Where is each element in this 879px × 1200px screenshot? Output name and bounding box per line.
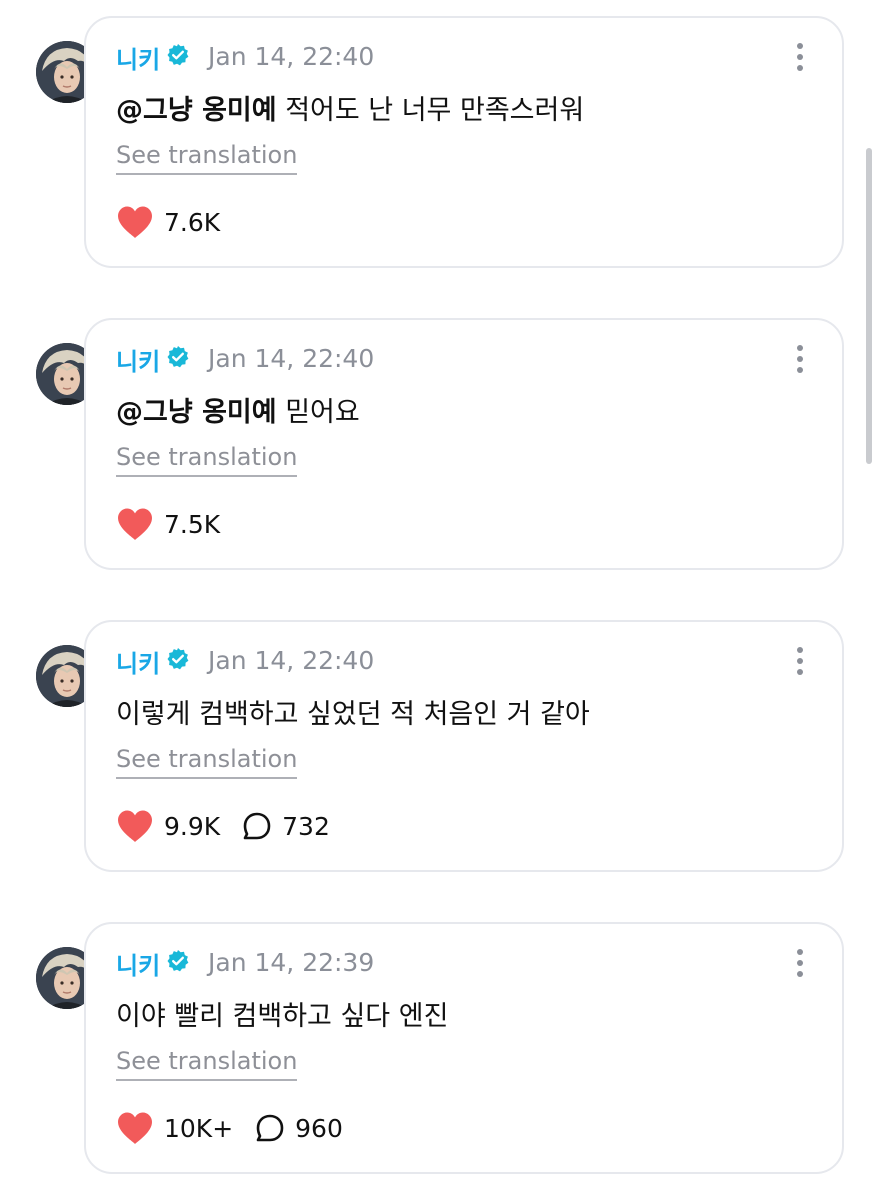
- more-vertical-icon[interactable]: [796, 646, 804, 676]
- post-text: @그냥 옹미예 적어도 난 너무 만족스러워: [116, 88, 584, 127]
- username[interactable]: 니키: [116, 342, 160, 377]
- post-card[interactable]: 니키 Jan 14, 22:40 이렇게 컴백하고 싶었던 적 처음인 거 같아…: [84, 620, 844, 872]
- heart-icon[interactable]: [116, 1111, 154, 1145]
- post-timestamp: Jan 14, 22:39: [208, 948, 375, 977]
- more-vertical-icon[interactable]: [796, 344, 804, 374]
- verified-badge-icon: [167, 44, 189, 66]
- heart-icon[interactable]: [116, 507, 154, 541]
- post-timestamp: Jan 14, 22:40: [208, 42, 375, 71]
- like-count: 9.9K: [164, 811, 221, 841]
- post-timestamp: Jan 14, 22:40: [208, 344, 375, 373]
- username[interactable]: 니키: [116, 946, 160, 981]
- comment-count: 732: [282, 811, 330, 841]
- like-count: 10K+: [164, 1113, 234, 1143]
- heart-icon[interactable]: [116, 205, 154, 239]
- post-stats: 10K+ 960: [116, 1110, 365, 1146]
- post-card[interactable]: 니키 Jan 14, 22:40 @그냥 옹미예 믿어요 See transla…: [84, 318, 844, 570]
- like-count: 7.6K: [164, 207, 221, 237]
- post-body: 적어도 난 너무 만족스러워: [276, 95, 585, 126]
- mention-link[interactable]: @그냥 옹미예: [116, 397, 277, 428]
- username[interactable]: 니키: [116, 40, 160, 75]
- see-translation-link[interactable]: See translation: [116, 442, 298, 477]
- comment-bubble-icon[interactable]: [242, 811, 272, 841]
- post-text: 이야 빨리 컴백하고 싶다 엔진: [116, 994, 448, 1033]
- heart-icon[interactable]: [116, 809, 154, 843]
- more-vertical-icon[interactable]: [796, 948, 804, 978]
- comment-count: 960: [295, 1113, 343, 1143]
- post-stats: 9.9K 732: [116, 808, 352, 844]
- post-text: @그냥 옹미예 믿어요: [116, 390, 360, 429]
- verified-badge-icon: [167, 950, 189, 972]
- post-body: 이렇게 컴백하고 싶었던 적 처음인 거 같아: [116, 699, 590, 730]
- post-card[interactable]: 니키 Jan 14, 22:40 @그냥 옹미예 적어도 난 너무 만족스러워 …: [84, 16, 844, 268]
- post-timestamp: Jan 14, 22:40: [208, 646, 375, 675]
- post-stats: 7.6K: [116, 204, 242, 240]
- mention-link[interactable]: @그냥 옹미예: [116, 95, 277, 126]
- post-card[interactable]: 니키 Jan 14, 22:39 이야 빨리 컴백하고 싶다 엔진 See tr…: [84, 922, 844, 1174]
- more-vertical-icon[interactable]: [796, 42, 804, 72]
- comment-bubble-icon[interactable]: [255, 1113, 285, 1143]
- see-translation-link[interactable]: See translation: [116, 1046, 298, 1081]
- like-count: 7.5K: [164, 509, 221, 539]
- post-body: 믿어요: [276, 397, 360, 428]
- username[interactable]: 니키: [116, 644, 160, 679]
- post-body: 이야 빨리 컴백하고 싶다 엔진: [116, 1001, 449, 1032]
- post-text: 이렇게 컴백하고 싶었던 적 처음인 거 같아: [116, 692, 590, 731]
- post-stats: 7.5K: [116, 506, 242, 542]
- verified-badge-icon: [167, 648, 189, 670]
- scrollbar[interactable]: [866, 148, 872, 464]
- see-translation-link[interactable]: See translation: [116, 744, 298, 779]
- verified-badge-icon: [167, 346, 189, 368]
- see-translation-link[interactable]: See translation: [116, 140, 298, 175]
